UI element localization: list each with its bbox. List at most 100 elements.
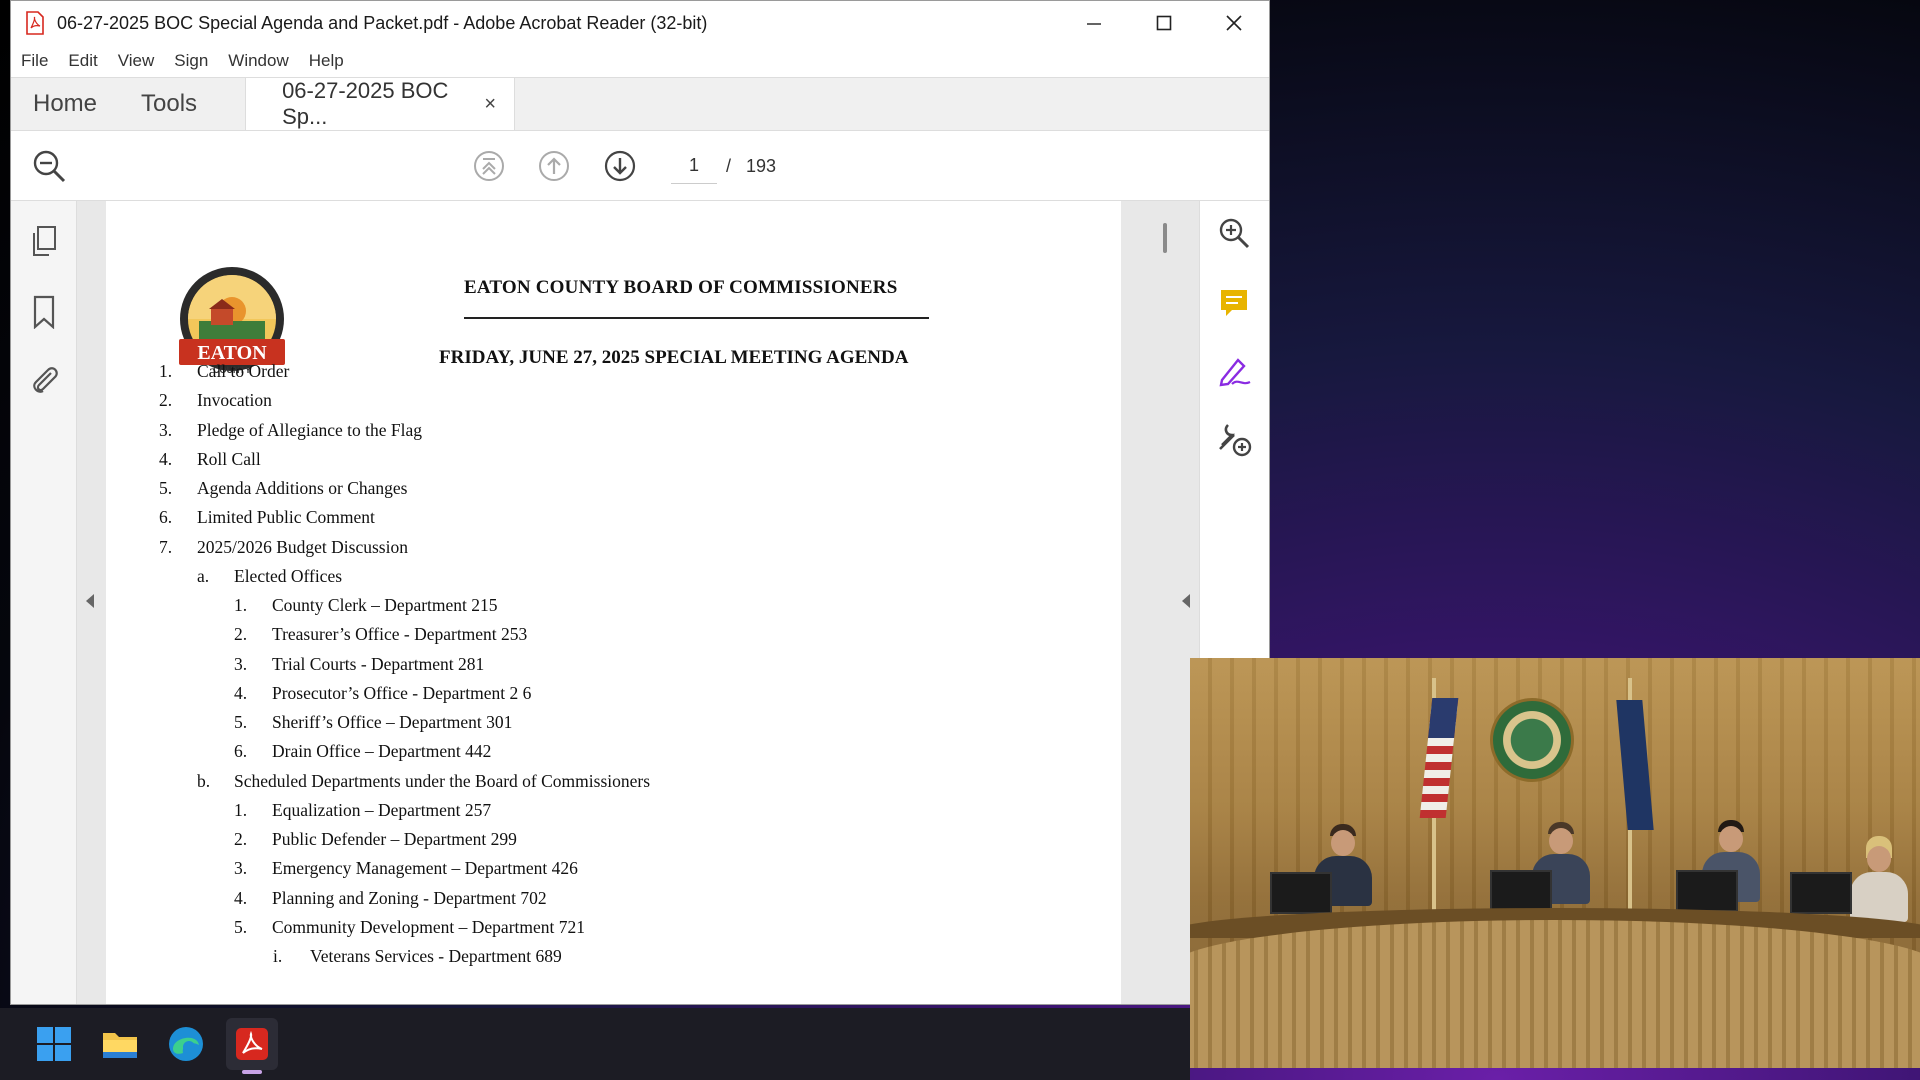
acrobat-app-icon [26, 11, 44, 35]
zoom-out-icon [33, 150, 66, 183]
tab-bar: Home Tools 06-27-2025 BOC Sp... × [11, 77, 1269, 131]
agenda-item-text: County Clerk – Department 215 [272, 595, 498, 615]
acrobat-icon [236, 1028, 268, 1060]
arrow-up-icon [539, 151, 569, 181]
pdf-page: EATON COUNTY EATON COUNTY BOARD OF COMMI… [106, 201, 1121, 1004]
edge-icon [169, 1027, 203, 1061]
agenda-item-number: b. [197, 770, 211, 791]
window-title: 06-27-2025 BOC Special Agenda and Packet… [57, 12, 708, 33]
more-tools-button[interactable] [1214, 419, 1254, 459]
agenda-item-text: Call to Order [197, 361, 290, 381]
tab-home[interactable]: Home [11, 78, 119, 130]
agenda-item-number: 4. [159, 448, 173, 469]
attachment-icon [33, 367, 58, 393]
agenda-item-text: Roll Call [197, 448, 261, 469]
menu-help[interactable]: Help [309, 51, 344, 71]
close-tab-button[interactable]: × [484, 93, 496, 116]
maximize-button[interactable] [1129, 1, 1199, 45]
previous-page-button[interactable] [536, 148, 572, 184]
close-window-button[interactable] [1199, 1, 1269, 45]
agenda-item-text: Equalization – Department 257 [272, 799, 492, 820]
monitor [1270, 872, 1332, 914]
agenda-item-text: Pledge of Allegiance to the Flag [197, 419, 423, 440]
agenda-item-number: 6. [234, 741, 248, 762]
agenda-item-text: 2025/2026 Budget Discussion [197, 536, 408, 557]
agenda-item-text: Scheduled Departments under the Board of… [234, 770, 651, 791]
close-icon [1226, 15, 1242, 31]
first-page-button[interactable] [471, 148, 507, 184]
menu-sign[interactable]: Sign [174, 51, 208, 71]
agenda-item-number: 1. [234, 799, 248, 820]
collapse-left-panel-button[interactable] [85, 593, 95, 614]
acrobat-taskbar-button[interactable] [226, 1018, 278, 1074]
document-subheading: FRIDAY, JUNE 27, 2025 SPECIAL MEETING AG… [439, 347, 909, 368]
agenda-item-number: 2. [159, 390, 173, 411]
menu-window[interactable]: Window [228, 51, 288, 71]
monitor [1676, 870, 1738, 912]
bookmarks-button[interactable] [25, 293, 63, 331]
monitor [1790, 872, 1852, 914]
zoom-in-button[interactable] [1214, 213, 1254, 253]
chevron-left-icon [1182, 594, 1190, 608]
agenda-item-number: 5. [234, 916, 248, 937]
maximize-icon [1156, 15, 1172, 31]
title-bar: 06-27-2025 BOC Special Agenda and Packet… [11, 1, 1269, 45]
taskbar [0, 1008, 1190, 1080]
document-tab-label: 06-27-2025 BOC Sp... [282, 78, 449, 129]
agenda-item-text: Treasurer’s Office - Department 253 [272, 624, 528, 645]
minimize-icon [1087, 23, 1101, 25]
chevron-left-icon [86, 594, 94, 608]
tab-tools[interactable]: Tools [119, 78, 219, 130]
attachments-button[interactable] [25, 361, 63, 399]
heading-rule [464, 317, 929, 319]
agenda-item-number: 1. [159, 361, 173, 381]
page-separator: / [726, 156, 732, 176]
agenda-item-number: 3. [234, 858, 248, 879]
comment-icon [1221, 290, 1247, 316]
page-number-input[interactable]: 1 [671, 148, 717, 184]
agenda-item-text: Public Defender – Department 299 [272, 829, 517, 849]
page-thumbnails-button[interactable] [25, 223, 63, 261]
agenda-item-number: i. [273, 946, 283, 966]
agenda-item-number: 1. [234, 595, 248, 615]
active-indicator [242, 1070, 262, 1074]
agenda-item-text: Drain Office – Department 442 [272, 741, 492, 762]
menu-edit[interactable]: Edit [68, 51, 97, 71]
agenda-item-number: 6. [159, 507, 173, 528]
windows-start-icon [37, 1027, 71, 1061]
fill-sign-icon [1219, 358, 1251, 387]
menu-view[interactable]: View [118, 51, 155, 71]
agenda-item-number: 4. [234, 682, 248, 703]
start-button[interactable] [28, 1018, 80, 1070]
first-page-icon [474, 151, 504, 181]
collapse-right-panel-button[interactable] [1181, 593, 1191, 614]
agenda-item-number: 5. [234, 712, 248, 732]
edge-button[interactable] [160, 1018, 212, 1070]
agenda-item-text: Trial Courts - Department 281 [272, 653, 485, 674]
minimize-button[interactable] [1059, 1, 1129, 45]
zoom-in-icon [1219, 218, 1250, 249]
comment-tool-button[interactable] [1214, 283, 1254, 323]
arrow-down-icon [604, 150, 636, 182]
agenda-item-number: 2. [234, 829, 248, 849]
menu-file[interactable]: File [21, 51, 48, 71]
agenda-item-number: 2. [234, 624, 248, 645]
left-panel-rail [11, 201, 77, 1004]
document-heading: EATON COUNTY BOARD OF COMMISSIONERS [464, 277, 898, 298]
next-page-button[interactable] [602, 148, 638, 184]
agenda-item-text: Sheriff’s Office – Department 301 [272, 712, 513, 732]
more-tools-icon [1219, 424, 1252, 457]
fill-and-sign-button[interactable] [1214, 351, 1254, 391]
file-explorer-button[interactable] [94, 1018, 146, 1070]
acrobat-window: 06-27-2025 BOC Special Agenda and Packet… [10, 0, 1270, 1005]
tab-document[interactable]: 06-27-2025 BOC Sp... × [245, 78, 516, 130]
agenda-item-text: Invocation [197, 390, 272, 411]
zoom-out-button[interactable] [31, 148, 67, 184]
document-workarea: EATON COUNTY EATON COUNTY BOARD OF COMMI… [11, 201, 1269, 1004]
bookmark-icon [33, 295, 55, 329]
county-seal-wall [1490, 698, 1574, 782]
monitor [1490, 870, 1552, 912]
pages-icon [33, 226, 56, 256]
vertical-scrollbar[interactable] [1163, 223, 1167, 253]
agenda-item-number: 3. [159, 419, 173, 440]
